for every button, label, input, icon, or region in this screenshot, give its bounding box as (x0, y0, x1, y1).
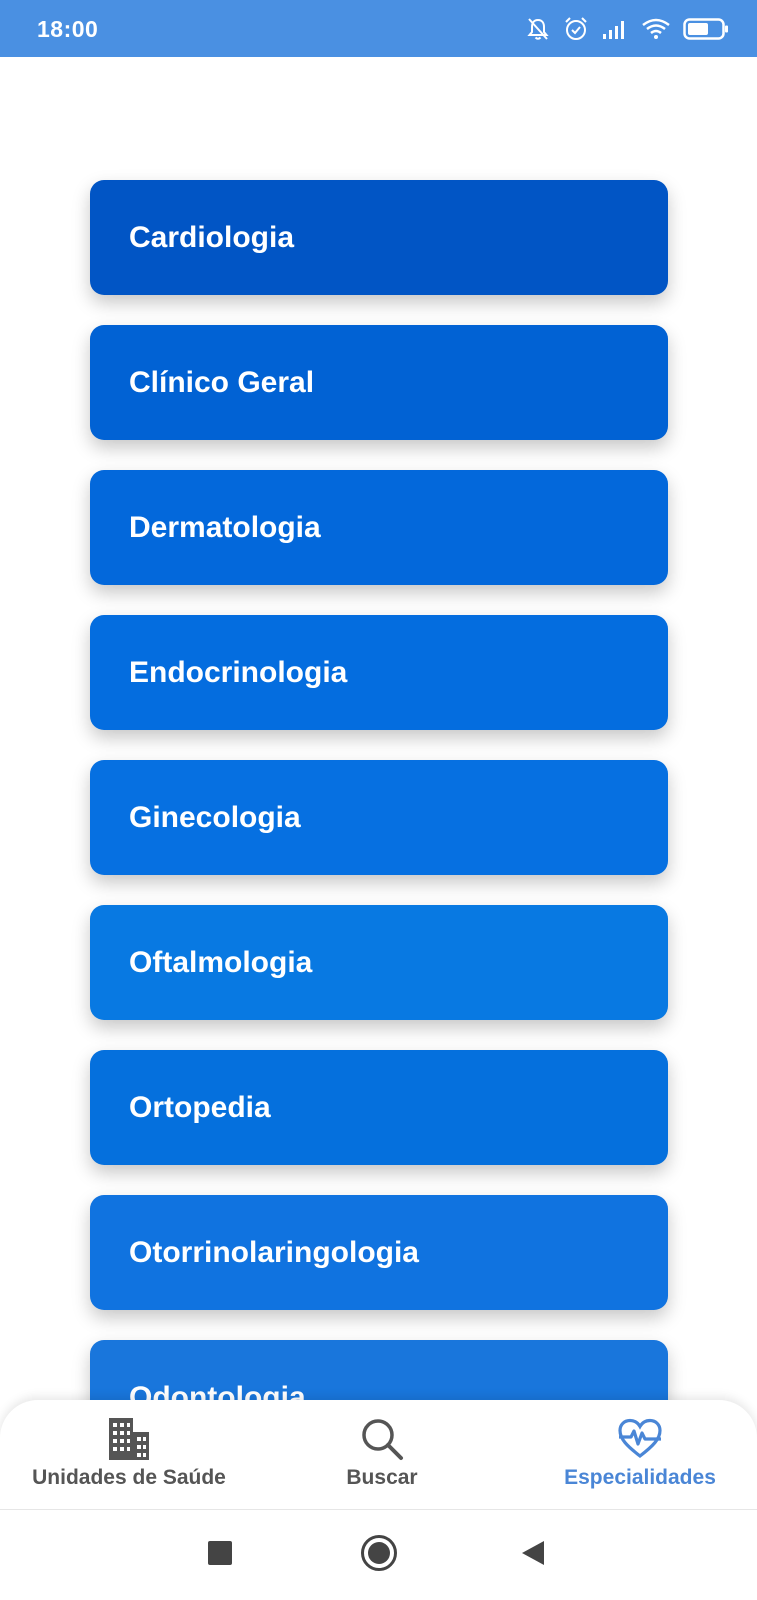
specialty-item[interactable]: Clínico Geral (90, 325, 668, 440)
battery-icon (683, 17, 729, 41)
home-button[interactable] (349, 1510, 409, 1600)
recents-icon (208, 1540, 232, 1570)
wifi-icon (641, 17, 671, 41)
specialty-label: Ortopedia (129, 1090, 271, 1124)
specialty-label: Cardiologia (129, 220, 295, 254)
specialty-item[interactable]: Otorrinolaringologia (90, 1195, 668, 1310)
specialty-label: Otorrinolaringologia (129, 1235, 419, 1269)
alarm-icon (563, 16, 589, 42)
heart-pulse-icon (617, 1416, 663, 1462)
tab-especialidades[interactable]: Especialidades (540, 1400, 740, 1510)
specialty-item[interactable]: Endocrinologia (90, 615, 668, 730)
specialty-label: Odontologia (129, 1380, 306, 1403)
signal-icon (601, 18, 629, 40)
specialty-item[interactable]: Odontologia (90, 1340, 668, 1402)
specialty-item[interactable]: Cardiologia (90, 180, 668, 295)
specialties-content: Cardiologia Clínico Geral Dermatologia Endo… (0, 57, 757, 1402)
search-icon (360, 1416, 404, 1462)
specialty-label: Dermatologia (129, 510, 321, 544)
back-button[interactable] (503, 1510, 563, 1600)
specialty-item[interactable]: Ortopedia (90, 1050, 668, 1165)
specialty-label: Oftalmologia (129, 945, 313, 979)
tab-especialidades-label: Especialidades (564, 1466, 716, 1489)
specialty-item[interactable]: Dermatologia (90, 470, 668, 585)
status-time: 18:00 (37, 16, 99, 42)
specialty-item[interactable]: Oftalmologia (90, 905, 668, 1020)
bottom-nav: Unidades de Saúde Buscar Especialidades (0, 1400, 757, 1510)
tab-buscar-label: Buscar (346, 1466, 418, 1489)
tab-buscar[interactable]: Buscar (312, 1400, 452, 1510)
specialty-label: Endocrinologia (129, 655, 348, 689)
home-icon (360, 1534, 398, 1577)
status-icons (525, 15, 729, 43)
system-nav (0, 1510, 757, 1600)
status-bar: 18:00 (0, 0, 757, 57)
recents-button[interactable] (190, 1510, 250, 1600)
back-icon (520, 1540, 546, 1571)
bell-off-icon (525, 16, 551, 42)
specialty-list: Cardiologia Clínico Geral Dermatologia Endo… (90, 180, 668, 1402)
tab-unidades-de-saude[interactable]: Unidades de Saúde (20, 1400, 238, 1510)
building-icon (106, 1416, 152, 1462)
specialty-label: Clínico Geral (129, 365, 315, 399)
tab-unidades-label: Unidades de Saúde (32, 1466, 226, 1489)
specialty-item[interactable]: Ginecologia (90, 760, 668, 875)
specialty-label: Ginecologia (129, 800, 301, 834)
